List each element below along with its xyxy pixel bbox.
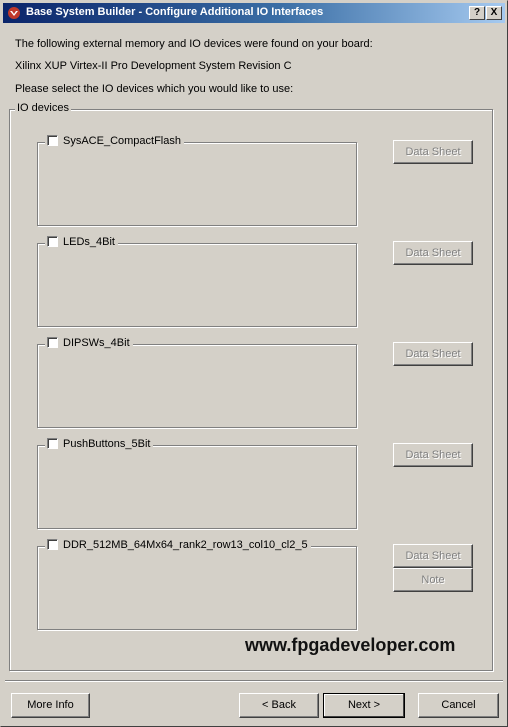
device-label: DIPSWs_4Bit — [63, 337, 130, 349]
footer-divider — [5, 680, 503, 682]
device-panel-ddr — [37, 546, 357, 630]
close-button[interactable]: X — [486, 6, 502, 20]
device-checkbox-ddr[interactable]: DDR_512MB_64Mx64_rank2_row13_col10_cl2_5 — [45, 539, 311, 553]
io-devices-group-label: IO devices — [15, 102, 71, 114]
device-checkbox-sysace[interactable]: SysACE_CompactFlash — [45, 135, 184, 149]
title-bar[interactable]: Base System Builder - Configure Addition… — [3, 3, 505, 23]
note-button-ddr[interactable]: Note — [393, 568, 473, 592]
device-label: PushButtons_5Bit — [63, 438, 151, 450]
app-logo-icon — [8, 7, 20, 19]
dialog-window: Base System Builder - Configure Addition… — [0, 0, 508, 727]
device-checkbox-pushbuttons[interactable]: PushButtons_5Bit — [45, 438, 154, 452]
help-button[interactable]: ? — [469, 6, 485, 20]
device-label: LEDs_4Bit — [63, 236, 115, 248]
found-devices-text: The following external memory and IO dev… — [15, 38, 373, 50]
checkbox-icon[interactable] — [47, 337, 58, 348]
checkbox-icon[interactable] — [47, 236, 58, 247]
device-label: DDR_512MB_64Mx64_rank2_row13_col10_cl2_5 — [63, 539, 308, 551]
board-name-text: Xilinx XUP Virtex-II Pro Development Sys… — [15, 60, 292, 72]
device-panel-pushbuttons — [37, 445, 357, 529]
device-checkbox-dipsws[interactable]: DIPSWs_4Bit — [45, 337, 133, 351]
device-panel-dipsws — [37, 344, 357, 428]
next-button[interactable]: Next > — [323, 693, 405, 718]
datasheet-button-sysace[interactable]: Data Sheet — [393, 140, 473, 164]
back-button[interactable]: < Back — [239, 693, 319, 718]
cancel-button[interactable]: Cancel — [418, 693, 499, 718]
datasheet-button-leds[interactable]: Data Sheet — [393, 241, 473, 265]
more-info-button[interactable]: More Info — [11, 693, 90, 718]
select-prompt-text: Please select the IO devices which you w… — [15, 83, 294, 95]
device-checkbox-leds[interactable]: LEDs_4Bit — [45, 236, 118, 250]
device-label: SysACE_CompactFlash — [63, 135, 181, 147]
datasheet-button-dipsws[interactable]: Data Sheet — [393, 342, 473, 366]
datasheet-button-ddr[interactable]: Data Sheet — [393, 544, 473, 568]
watermark-text: www.fpgadeveloper.com — [245, 635, 456, 655]
window-title: Base System Builder - Configure Addition… — [26, 6, 324, 18]
datasheet-button-pushbuttons[interactable]: Data Sheet — [393, 443, 473, 467]
checkbox-icon[interactable] — [47, 438, 58, 449]
device-panel-leds — [37, 243, 357, 327]
checkbox-icon[interactable] — [47, 539, 58, 550]
device-panel-sysace — [37, 142, 357, 226]
checkbox-icon[interactable] — [47, 135, 58, 146]
